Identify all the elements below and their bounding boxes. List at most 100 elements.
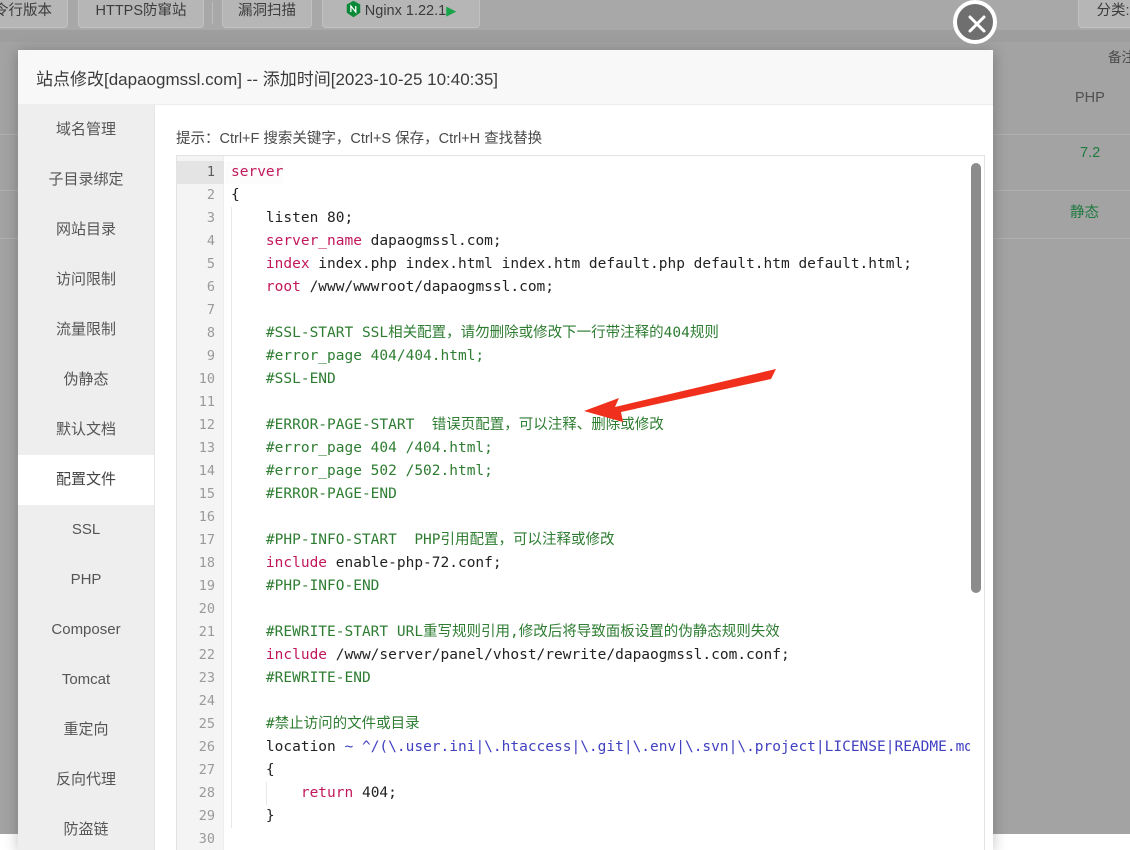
toolbar-button-3[interactable]: Nginx 1.22.1▶: [322, 0, 480, 28]
sidebar-item-label: 默认文档: [56, 421, 116, 438]
sidebar-item-12[interactable]: 重定向: [18, 705, 154, 755]
code-line-27[interactable]: {: [225, 759, 275, 782]
sidebar-item-9[interactable]: PHP: [18, 555, 154, 605]
toolbar-button-0[interactable]: 令行版本: [0, 0, 68, 28]
code-line-18[interactable]: include enable-php-72.conf;: [225, 552, 502, 575]
sidebar-item-6[interactable]: 默认文档: [18, 405, 154, 455]
code-token: #禁止访问的文件或目录: [266, 716, 420, 732]
sidebar-item-3[interactable]: 访问限制: [18, 255, 154, 305]
code-line-12[interactable]: #ERROR-PAGE-START 错误页配置，可以注释、删除或修改: [225, 414, 664, 437]
code-token: }: [266, 808, 275, 824]
code-line-17[interactable]: #PHP-INFO-START PHP引用配置，可以注释或修改: [225, 529, 615, 552]
line-number-21: 21: [176, 621, 215, 644]
code-token: #REWRITE-START URL重写规则引用,修改后将导致面板设置的伪静态规…: [266, 624, 780, 640]
code-token: root: [266, 279, 301, 295]
line-number-15: 15: [176, 483, 215, 506]
code-line-14[interactable]: #error_page 502 /502.html;: [225, 460, 493, 483]
sidebar-item-label: 伪静态: [63, 371, 108, 388]
sidebar-item-11[interactable]: Tomcat: [18, 655, 154, 705]
code-line-8[interactable]: #SSL-START SSL相关配置，请勿删除或修改下一行带注释的404规则: [225, 322, 719, 345]
sidebar-item-1[interactable]: 子目录绑定: [18, 155, 154, 205]
code-line-15[interactable]: #ERROR-PAGE-END: [225, 483, 397, 506]
sidebar-item-label: PHP: [71, 571, 102, 588]
code-token: ~ ^/(\.user.ini|\.htaccess|\.git|\.env|\…: [345, 739, 982, 755]
toolbar-button-2[interactable]: 漏洞扫描: [222, 0, 312, 28]
line-number-17: 17: [176, 529, 215, 552]
sidebar-item-label: Composer: [51, 621, 120, 638]
indent-guide: [266, 782, 267, 805]
code-line-19[interactable]: #PHP-INFO-END: [225, 575, 379, 598]
dialog-title: 站点修改[dapaogmssl.com] -- 添加时间[2023-10-25 …: [36, 65, 498, 90]
sidebar-item-14[interactable]: 防盗链: [18, 805, 154, 850]
toolbar-button-1[interactable]: HTTPS防窜站: [78, 0, 204, 28]
code-line-29[interactable]: }: [225, 805, 275, 828]
code-line-4[interactable]: server_name dapaogmssl.com;: [225, 230, 502, 253]
code-line-13[interactable]: #error_page 404 /404.html;: [225, 437, 493, 460]
code-line-28[interactable]: return 404;: [225, 782, 397, 805]
line-number-1: 1: [176, 161, 215, 184]
sidebar-item-label: 域名管理: [56, 121, 116, 138]
sidebar-item-2[interactable]: 网站目录: [18, 205, 154, 255]
sidebar-item-label: 访问限制: [56, 271, 116, 288]
code-token: {: [231, 187, 240, 203]
line-number-5: 5: [176, 253, 215, 276]
code-line-26[interactable]: location ~ ^/(\.user.ini|\.htaccess|\.gi…: [225, 736, 982, 759]
code-line-2[interactable]: {: [225, 184, 240, 207]
sidebar-item-10[interactable]: Composer: [18, 605, 154, 655]
close-dialog-button[interactable]: [953, 0, 997, 44]
line-number-25: 25: [176, 713, 215, 736]
sidebar-item-0[interactable]: 域名管理: [18, 105, 154, 155]
site-edit-dialog: 站点修改[dapaogmssl.com] -- 添加时间[2023-10-25 …: [18, 50, 993, 850]
sidebar-item-8[interactable]: SSL: [18, 505, 154, 555]
code-line-9[interactable]: #error_page 404/404.html;: [225, 345, 484, 368]
code-token: #error_page 404 /404.html;: [266, 440, 493, 456]
code-line-23[interactable]: #REWRITE-END: [225, 667, 371, 690]
category-filter-button[interactable]: 分类:: [1078, 0, 1130, 28]
code-token: /www/wwwroot/dapaogmssl.com;: [301, 279, 554, 295]
line-number-3: 3: [176, 207, 215, 230]
code-line-5[interactable]: index index.php index.html index.htm def…: [225, 253, 912, 276]
code-token: #PHP-INFO-END: [266, 578, 380, 594]
code-line-21[interactable]: #REWRITE-START URL重写规则引用,修改后将导致面板设置的伪静态规…: [225, 621, 780, 644]
sidebar-item-5[interactable]: 伪静态: [18, 355, 154, 405]
sidebar-item-13[interactable]: 反向代理: [18, 755, 154, 805]
code-token: 404;: [353, 785, 397, 801]
toolbar-button-label: HTTPS防窜站: [95, 3, 186, 19]
dialog-sidebar: 域名管理子目录绑定网站目录访问限制流量限制伪静态默认文档配置文件SSL PHP Co…: [18, 105, 155, 850]
code-token: #PHP-INFO-START PHP引用配置，可以注释或修改: [266, 532, 615, 548]
code-token: server: [231, 164, 283, 180]
code-line-3[interactable]: listen 80;: [225, 207, 353, 230]
sidebar-item-4[interactable]: 流量限制: [18, 305, 154, 355]
code-line-1[interactable]: server: [225, 161, 283, 184]
editor-scrollbar-track[interactable]: [970, 157, 983, 850]
sidebar-item-7[interactable]: 配置文件: [18, 455, 154, 505]
code-line-6[interactable]: root /www/wwwroot/dapaogmssl.com;: [225, 276, 554, 299]
line-number-27: 27: [176, 759, 215, 782]
code-token: #SSL-START SSL相关配置，请勿删除或修改下一行带注释的404规则: [266, 325, 719, 341]
editor-code-area[interactable]: server { listen 80; server_name dapaogmss…: [225, 156, 985, 850]
close-icon: [964, 11, 990, 37]
config-file-editor[interactable]: 1234567891011121314151617181920212223242…: [176, 155, 985, 850]
line-number-7: 7: [176, 299, 215, 322]
line-number-4: 4: [176, 230, 215, 253]
code-token: index.php index.html index.htm default.p…: [310, 256, 912, 272]
code-line-22[interactable]: include /www/server/panel/vhost/rewrite/…: [225, 644, 790, 667]
code-line-10[interactable]: #SSL-END: [225, 368, 336, 391]
dialog-header: 站点修改[dapaogmssl.com] -- 添加时间[2023-10-25 …: [18, 50, 993, 105]
code-line-30[interactable]: [225, 828, 231, 850]
code-line-25[interactable]: #禁止访问的文件或目录: [225, 713, 420, 736]
toolbar-button-label: 漏洞扫描: [238, 3, 296, 19]
table-cell: 静态: [1070, 201, 1099, 222]
line-number-28: 28: [176, 782, 215, 805]
code-token: dapaogmssl.com;: [362, 233, 502, 249]
line-number-19: 19: [176, 575, 215, 598]
line-number-13: 13: [176, 437, 215, 460]
editor-scrollbar-thumb[interactable]: [971, 163, 981, 593]
table-cell: PHP: [1075, 90, 1105, 106]
line-number-16: 16: [176, 506, 215, 529]
toolbar-divider: [212, 2, 213, 24]
toolbar-button-label: Nginx 1.22.1: [365, 3, 446, 19]
code-token: include: [266, 647, 327, 663]
line-number-6: 6: [176, 276, 215, 299]
table-cell: 7.2: [1080, 145, 1100, 161]
